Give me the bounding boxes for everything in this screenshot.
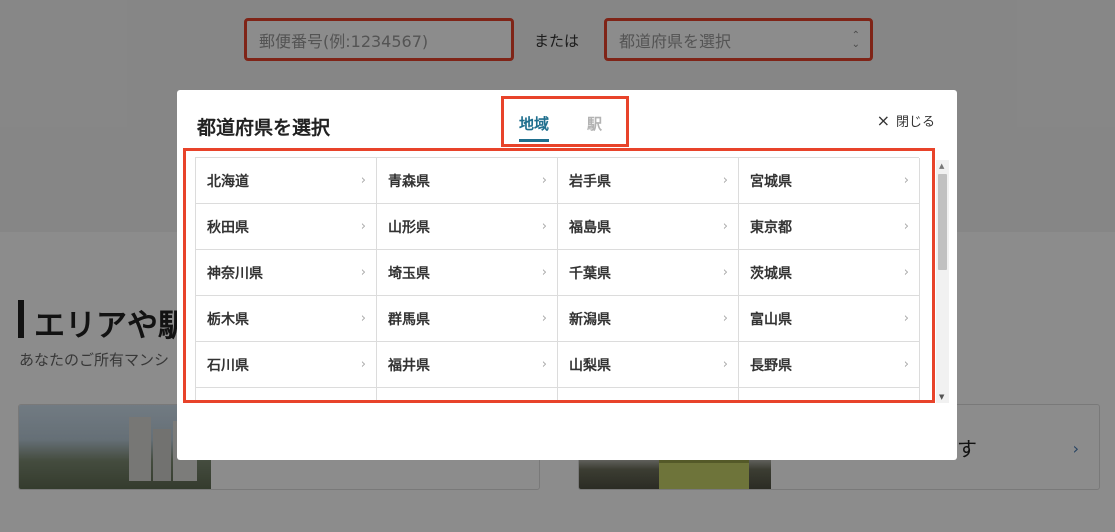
scrollbar[interactable]: ▲ ▼ (936, 160, 949, 403)
prefecture-label: 宮城県 (750, 173, 792, 190)
prefecture-item[interactable]: 茨城県 › (739, 250, 920, 296)
prefecture-item[interactable]: 山梨県 › (558, 342, 739, 388)
prefecture-item[interactable]: 富山県 › (739, 296, 920, 342)
prefecture-grid: 北海道 › 青森県 › 岩手県 › 宮城県 › 秋田県 › 山形県 › 福島県 › 東京都 › 神奈川県 › 埼玉県… (195, 157, 920, 400)
prefecture-item[interactable]: 山形県 › (377, 204, 558, 250)
modal-title: 都道府県を選択 (197, 117, 331, 139)
tab-region[interactable]: 地域 (519, 113, 550, 142)
prefecture-item[interactable]: 群馬県 › (377, 296, 558, 342)
scroll-up-icon[interactable]: ▲ (939, 162, 944, 170)
prefecture-item[interactable]: 石川県 › (196, 342, 377, 388)
chevron-right-icon: › (903, 265, 909, 280)
chevron-right-icon: › (903, 311, 909, 326)
prefecture-label: 山梨県 (569, 357, 611, 374)
prefecture-label: 千葉県 (569, 265, 611, 282)
chevron-right-icon: › (541, 219, 547, 234)
prefecture-item[interactable]: 秋田県 › (196, 204, 377, 250)
chevron-right-icon: › (722, 265, 728, 280)
chevron-right-icon: › (541, 311, 547, 326)
prefecture-item[interactable]: 福島県 › (558, 204, 739, 250)
prefecture-label: 石川県 (207, 357, 249, 374)
prefecture-label: 青森県 (388, 173, 430, 190)
chevron-right-icon: › (903, 219, 909, 234)
tab-group: 地域 駅 (501, 96, 629, 147)
tab-station[interactable]: 駅 (587, 113, 602, 134)
prefecture-item[interactable] (196, 388, 377, 400)
prefecture-item[interactable] (739, 388, 920, 400)
prefecture-item[interactable]: 長野県 › (739, 342, 920, 388)
prefecture-label: 山形県 (388, 219, 430, 236)
chevron-right-icon: › (360, 173, 366, 188)
chevron-right-icon: › (722, 311, 728, 326)
prefecture-item[interactable]: 岩手県 › (558, 158, 739, 204)
chevron-right-icon: › (360, 357, 366, 372)
prefecture-item[interactable]: 北海道 › (196, 158, 377, 204)
prefecture-item[interactable]: 福井県 › (377, 342, 558, 388)
prefecture-item[interactable]: 東京都 › (739, 204, 920, 250)
chevron-right-icon: › (360, 311, 366, 326)
prefecture-label: 北海道 (207, 173, 249, 190)
prefecture-label: 新潟県 (569, 311, 611, 328)
prefecture-label: 秋田県 (207, 219, 249, 236)
prefecture-label: 茨城県 (750, 265, 792, 282)
chevron-right-icon: › (722, 173, 728, 188)
close-label: 閉じる (895, 115, 935, 130)
close-button[interactable]: × 閉じる (877, 111, 935, 130)
prefecture-label: 神奈川県 (207, 265, 263, 282)
scroll-down-icon[interactable]: ▼ (939, 393, 944, 401)
prefecture-label: 長野県 (750, 357, 792, 374)
prefecture-item[interactable]: 千葉県 › (558, 250, 739, 296)
prefecture-label: 東京都 (750, 219, 792, 236)
prefecture-item[interactable]: 宮城県 › (739, 158, 920, 204)
prefecture-item[interactable]: 新潟県 › (558, 296, 739, 342)
prefecture-item[interactable]: 埼玉県 › (377, 250, 558, 296)
prefecture-label: 福井県 (388, 357, 430, 374)
prefecture-modal: 都道府県を選択 地域 駅 × 閉じる 北海道 › 青森県 › 岩手県 › 宮城県 › 秋田県 › 山… (177, 90, 957, 460)
chevron-right-icon: › (541, 357, 547, 372)
chevron-right-icon: › (722, 357, 728, 372)
prefecture-label: 福島県 (569, 219, 611, 236)
close-icon: × (876, 110, 890, 130)
prefecture-item[interactable] (377, 388, 558, 400)
scrollbar-thumb[interactable] (938, 174, 947, 270)
prefecture-label: 岩手県 (569, 173, 611, 190)
prefecture-item[interactable]: 栃木県 › (196, 296, 377, 342)
chevron-right-icon: › (903, 173, 909, 188)
prefecture-label: 群馬県 (388, 311, 430, 328)
prefecture-label: 埼玉県 (388, 265, 430, 282)
prefecture-label: 栃木県 (207, 311, 249, 328)
chevron-right-icon: › (360, 265, 366, 280)
chevron-right-icon: › (360, 219, 366, 234)
prefecture-item[interactable]: 神奈川県 › (196, 250, 377, 296)
chevron-right-icon: › (903, 357, 909, 372)
chevron-right-icon: › (541, 265, 547, 280)
prefecture-list: 北海道 › 青森県 › 岩手県 › 宮城県 › 秋田県 › 山形県 › 福島県 › 東京都 › 神奈川県 › 埼玉県… (183, 148, 935, 403)
prefecture-item[interactable]: 青森県 › (377, 158, 558, 204)
prefecture-label: 富山県 (750, 311, 792, 328)
prefecture-item[interactable] (558, 388, 739, 400)
chevron-right-icon: › (541, 173, 547, 188)
chevron-right-icon: › (722, 219, 728, 234)
